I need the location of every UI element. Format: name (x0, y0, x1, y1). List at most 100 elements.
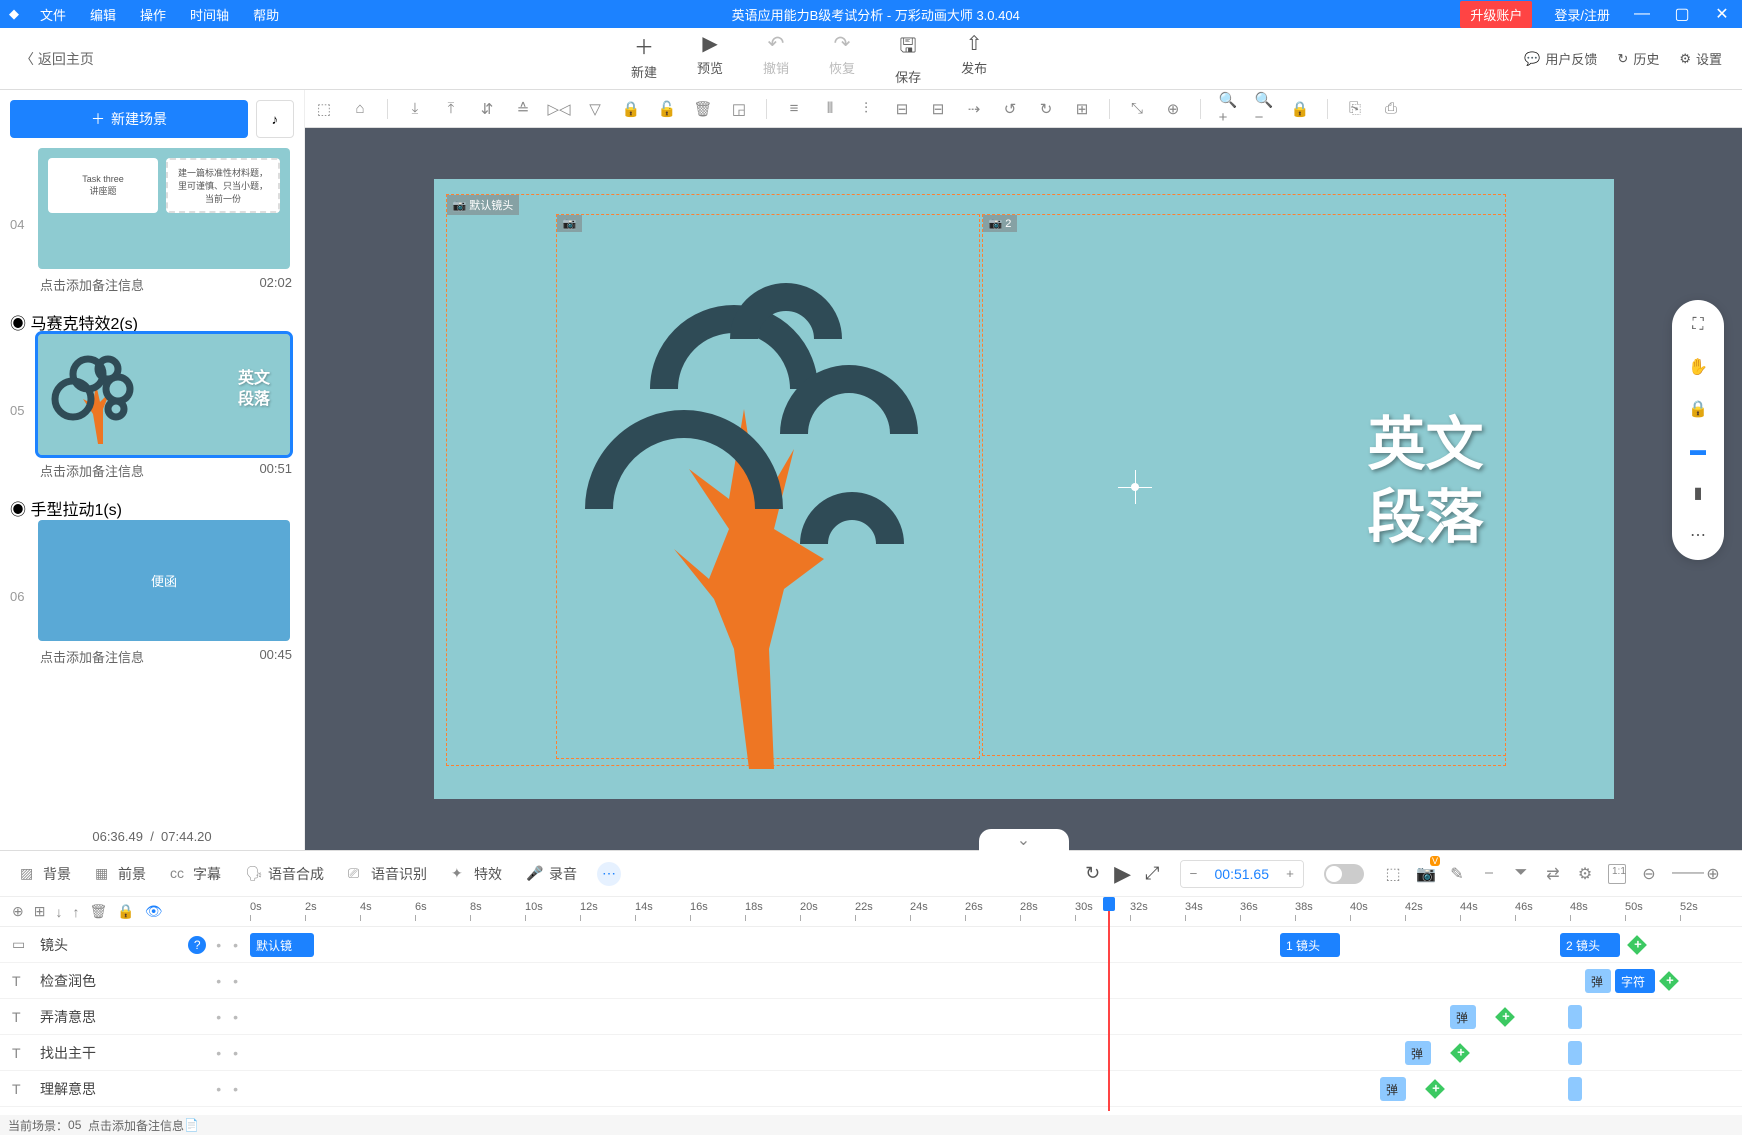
track-opt2[interactable]: • (233, 937, 238, 953)
add-track-icon[interactable]: ⊕ (12, 903, 24, 920)
scene-thumb[interactable]: 便函 (38, 520, 290, 641)
slide[interactable]: 📷 默认镜头 📷 📷 2 (434, 179, 1614, 799)
lock-tracks-icon[interactable]: 🔒 (117, 903, 134, 920)
clip[interactable]: 弹 (1405, 1041, 1431, 1065)
folder-icon[interactable]: ⊞ (34, 903, 46, 920)
minimize-button[interactable]: — (1622, 5, 1662, 23)
insert-shape-icon[interactable]: ⬚ (315, 100, 333, 118)
track-opt1[interactable]: • (216, 937, 221, 953)
zoom-out-icon[interactable]: 🔍− (1255, 100, 1273, 118)
track-opt2[interactable]: • (233, 1009, 238, 1025)
clip[interactable]: 弹 (1585, 969, 1611, 993)
mobile-icon[interactable]: ▮ (1687, 482, 1709, 504)
scene-note[interactable]: 点击添加备注信息 (40, 647, 144, 666)
filter-icon[interactable]: ⏷ (1512, 864, 1530, 884)
bottom-tool-前景[interactable]: ▦前景 (95, 864, 146, 884)
align-right-icon[interactable]: ⫶ (857, 100, 875, 118)
zoom-slider[interactable]: —— (1672, 864, 1690, 884)
more-icon[interactable]: ⋯ (597, 862, 621, 886)
block[interactable] (1568, 1005, 1582, 1029)
keyframe-diamond[interactable] (1495, 1007, 1515, 1027)
lock-icon[interactable]: 🔒 (1687, 398, 1709, 420)
lock-icon[interactable]: 🔒 (622, 100, 640, 118)
marker-icon[interactable]: 1:1 (1608, 864, 1626, 884)
time-ruler[interactable]: 0s2s4s6s8s10s12s14s16s18s20s22s24s26s28s… (250, 897, 1742, 926)
flip-v-icon[interactable]: ▽ (586, 100, 604, 118)
align-vcenter-icon[interactable]: ⇵ (478, 100, 496, 118)
crop-icon[interactable]: ◲ (730, 100, 748, 118)
scene-04[interactable]: 04 Task three讲座题建一篇标准性材料题，里可谨慎、只当小题，当前一份… (10, 148, 294, 300)
time-minus-button[interactable]: − (1181, 861, 1207, 887)
tool-保存[interactable]: 🖫保存 (895, 31, 921, 86)
hand-icon[interactable]: ✋ (1687, 356, 1709, 378)
zoom-in-icon[interactable]: 🔍+ (1219, 100, 1237, 118)
visibility-icon[interactable]: 👁 (145, 903, 163, 920)
track-opt1[interactable]: • (216, 1081, 221, 1097)
camera-icon[interactable]: 📷V (1416, 864, 1434, 884)
link-历史[interactable]: ↻历史 (1617, 49, 1659, 68)
clip[interactable]: 弹 (1450, 1005, 1476, 1029)
back-button[interactable]: 〈 返回主页 (20, 49, 94, 69)
playhead[interactable] (1103, 897, 1115, 911)
home-icon[interactable]: ⌂ (351, 100, 369, 118)
flip-h-icon[interactable]: ▷◁ (550, 100, 568, 118)
close-button[interactable]: ✕ (1702, 4, 1742, 24)
track-lane[interactable]: 弹 (250, 999, 1742, 1034)
track-opt1[interactable]: • (216, 1045, 221, 1061)
collapse-handle[interactable]: ⌄ (979, 829, 1069, 851)
dist-h-icon[interactable]: ⊟ (893, 100, 911, 118)
bottom-tool-语音识别[interactable]: ⎚语音识别 (348, 864, 427, 884)
distribute-v-icon[interactable]: ≙ (514, 100, 532, 118)
bottom-tool-字幕[interactable]: cc字幕 (170, 864, 221, 884)
keyframe-diamond[interactable] (1425, 1079, 1445, 1099)
bottom-tool-语音合成[interactable]: 🗣语音合成 (245, 864, 324, 884)
track-opt2[interactable]: • (233, 973, 238, 989)
select-icon[interactable]: ⬚ (1384, 864, 1402, 884)
track-opt2[interactable]: • (233, 1045, 238, 1061)
fullscreen-icon[interactable]: ⛶ (1687, 314, 1709, 336)
new-scene-button[interactable]: ＋ 新建场景 (10, 100, 248, 138)
bottom-tool-背景[interactable]: ▨背景 (20, 864, 71, 884)
track-lane[interactable]: 弹字符 (250, 963, 1742, 998)
spacing-icon[interactable]: ⇢ (965, 100, 983, 118)
delete-icon[interactable]: 🗑 (694, 100, 712, 118)
block[interactable] (1568, 1077, 1582, 1101)
copy-icon[interactable]: ⎘ (1346, 100, 1364, 118)
down-icon[interactable]: ↓ (55, 904, 62, 920)
scene-note[interactable]: 点击添加备注信息 (40, 461, 144, 480)
menu-帮助[interactable]: 帮助 (241, 5, 291, 24)
music-button[interactable]: ♪ (256, 100, 294, 138)
zoom-in-tl-icon[interactable]: ⊕ (1704, 864, 1722, 884)
link-用户反馈[interactable]: 💬用户反馈 (1524, 49, 1597, 68)
clip[interactable]: 弹 (1380, 1077, 1406, 1101)
keyframe-diamond[interactable] (1450, 1043, 1470, 1063)
center-icon[interactable]: ⊕ (1164, 100, 1182, 118)
help-icon[interactable]: ? (188, 936, 206, 954)
settings2-icon[interactable]: ⚙ (1576, 864, 1594, 884)
more-icon[interactable]: ⋯ (1687, 524, 1709, 546)
scene-thumb[interactable]: Task three讲座题建一篇标准性材料题，里可谨慎、只当小题，当前一份 (38, 148, 290, 269)
scene-note[interactable]: 点击添加备注信息 (40, 275, 144, 294)
scene-05[interactable]: 05 英文段落 点击添加备注信息00:51 (10, 334, 294, 486)
zoom-out-tl-icon[interactable]: ⊖ (1640, 864, 1658, 884)
align-bottom-icon[interactable]: ⤓ (406, 100, 424, 118)
track-lane[interactable]: 弹 (250, 1035, 1742, 1070)
track-lane[interactable]: 默认镜1 镜头2 镜头 (250, 927, 1742, 962)
bottom-tool-录音[interactable]: 🎤录音 (526, 864, 577, 884)
scene-effect[interactable]: ◉ 手型拉动1(s) (10, 496, 294, 520)
adjust-icon[interactable]: ⇄ (1544, 864, 1562, 884)
link-设置[interactable]: ⚙设置 (1679, 49, 1722, 68)
bottom-tool-特效[interactable]: ✦特效 (451, 864, 502, 884)
menu-编辑[interactable]: 编辑 (78, 5, 128, 24)
scene-06[interactable]: 06 便函 点击添加备注信息00:45 (10, 520, 294, 672)
unlock-icon[interactable]: 🔓 (658, 100, 676, 118)
keyframe-diamond[interactable] (1627, 935, 1647, 955)
clip[interactable]: 1 镜头 (1280, 933, 1340, 957)
menu-文件[interactable]: 文件 (28, 5, 78, 24)
desktop-icon[interactable]: ▬ (1687, 440, 1709, 462)
scene-thumb[interactable]: 英文段落 (38, 334, 290, 455)
align-top-icon[interactable]: ⤒ (442, 100, 460, 118)
edit-icon[interactable]: ✎ (1448, 864, 1466, 884)
fullscreen-preview-icon[interactable]: ⤢ (1145, 863, 1159, 884)
clip[interactable]: 2 镜头 (1560, 933, 1620, 957)
